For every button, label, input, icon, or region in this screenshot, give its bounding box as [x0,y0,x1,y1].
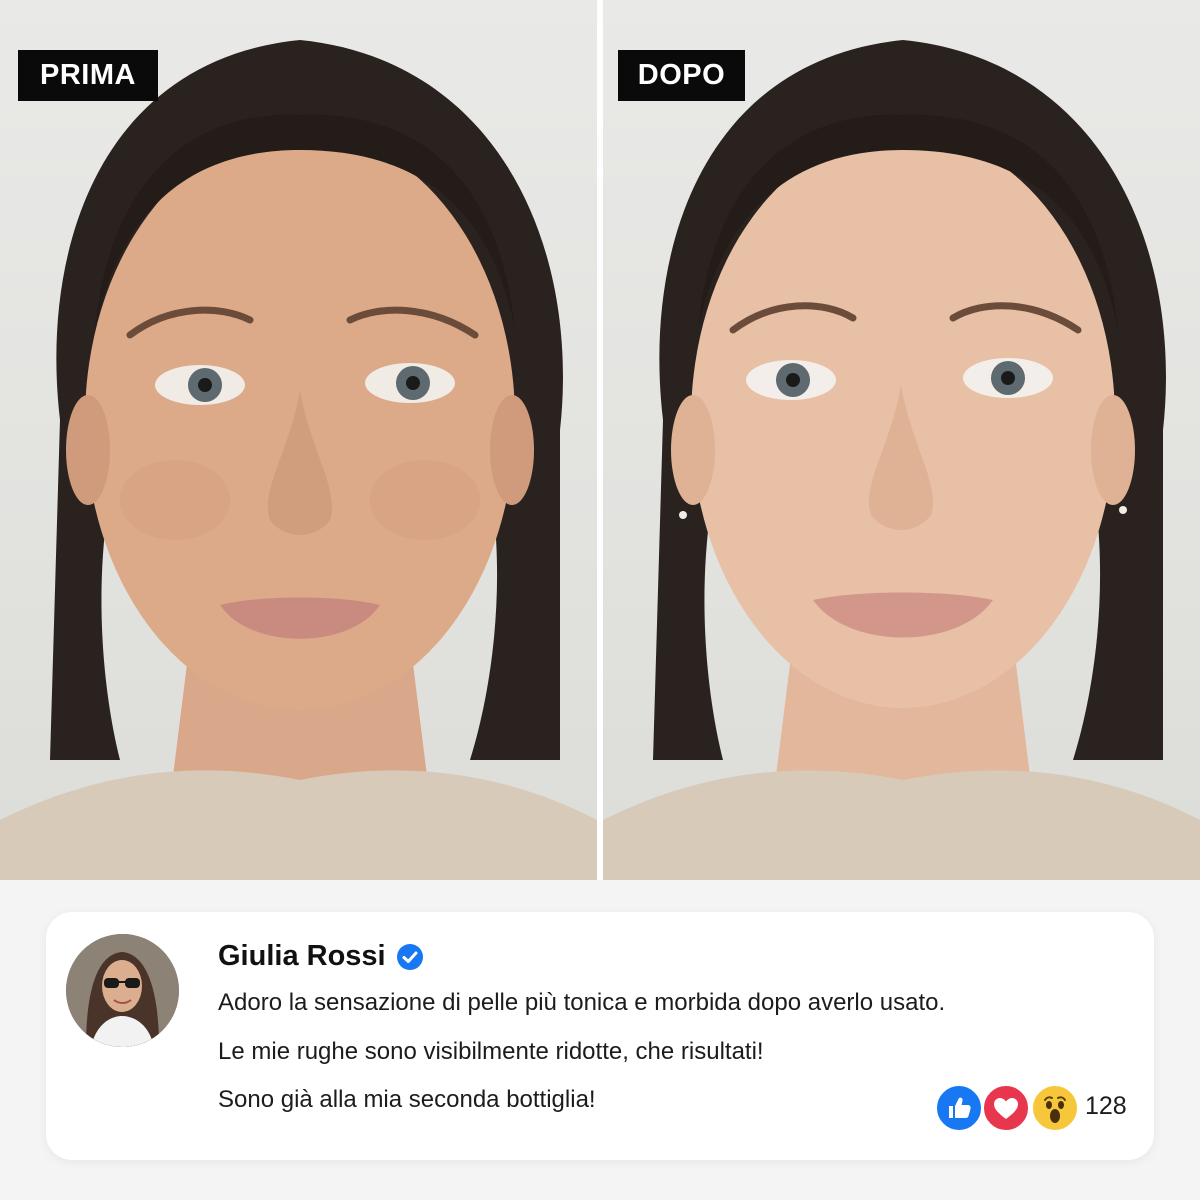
avatar-image [66,934,179,1047]
wow-icon[interactable] [1031,1084,1079,1132]
review-text-line: Le mie rughe sono visibilmente ridotte, … [218,1038,764,1065]
reaction-count: 128 [1085,1092,1127,1120]
before-face-image [0,40,597,880]
after-face-image [603,40,1200,880]
after-photo: DOPO [603,0,1200,880]
before-label: PRIMA [18,50,158,101]
reactions-bar[interactable]: 128 [935,1084,1135,1132]
review-text-line: Adoro la sensazione di pelle più tonica … [218,989,946,1016]
verified-badge-icon [397,944,423,970]
avatar[interactable] [66,934,179,1047]
user-name[interactable]: Giulia Rossi [218,940,386,973]
review-text-line: Sono già alla mia seconda bottiglia! [218,1086,596,1113]
love-icon[interactable] [982,1084,1030,1132]
before-photo: PRIMA [0,0,597,880]
after-label: DOPO [618,50,745,101]
like-icon[interactable] [935,1084,983,1132]
review-card: Giulia Rossi Adoro la sensazione di pell… [46,912,1154,1160]
